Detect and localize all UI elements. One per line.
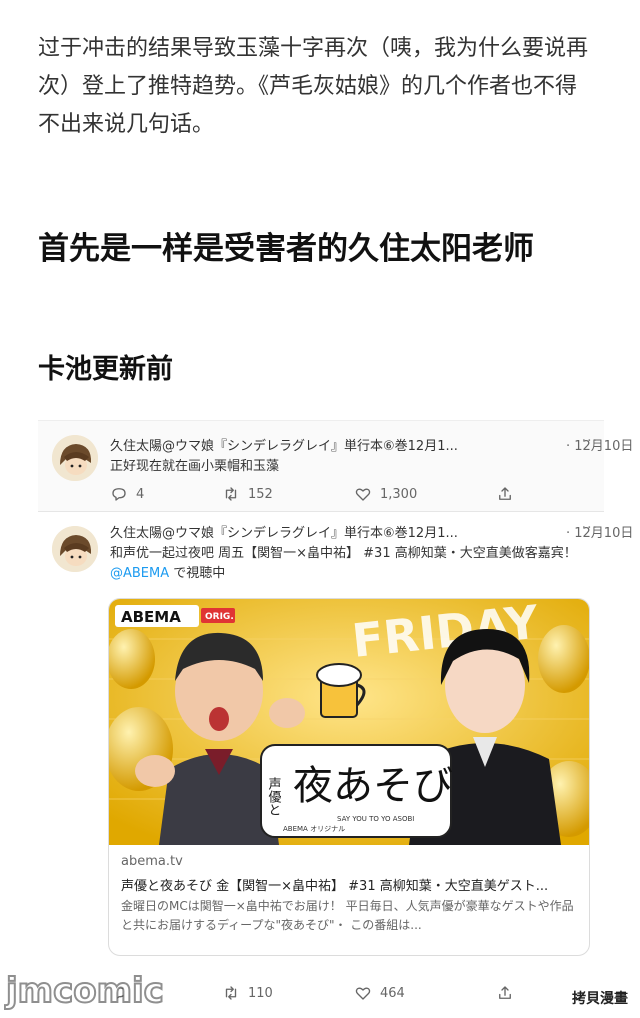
card-image[interactable]: FRIDAY ABEMA ORIG. 声優と 夜あそび SAY YOU TO Y… xyxy=(109,599,589,845)
share-button[interactable] xyxy=(496,984,514,1002)
retweet-icon xyxy=(225,487,237,501)
section-heading: 首先是一样是受害者的久住太阳老师 xyxy=(38,231,534,267)
avatar[interactable] xyxy=(52,526,98,572)
tweet-screenshot: 久住太陽@ウマ娘『シンデレラグレイ』単行本⑥巻12月1... · 12月10日 … xyxy=(38,420,633,1018)
retweet-icon xyxy=(225,986,237,1000)
share-button[interactable] xyxy=(496,485,514,503)
share-icon xyxy=(499,986,511,999)
card-description: 金曜日のMCは関智一×畠中祐でお届け！ 平日毎日、人気声優が豪華なゲストや作品と… xyxy=(121,899,574,932)
mention-link[interactable]: @ABEMA xyxy=(110,566,169,581)
like-count: 1,300 xyxy=(380,486,418,502)
like-button[interactable]: 1,300 xyxy=(354,485,417,503)
abema-logo: ABEMA xyxy=(121,608,181,626)
retweet-button[interactable]: 110 xyxy=(222,984,273,1002)
card-domain: abema.tv xyxy=(121,854,183,869)
like-button[interactable]: 464 xyxy=(354,984,405,1002)
tweet-header: 久住太陽@ウマ娘『シンデレラグレイ』単行本⑥巻12月1... · 12月10日 xyxy=(110,522,633,541)
show-subtitle: SAY YOU TO YO ASOBI xyxy=(337,815,414,823)
show-title-vertical: 声優と xyxy=(266,777,282,816)
tweet-date[interactable]: · 12月10日 xyxy=(566,435,633,454)
username[interactable]: 久住太陽@ウマ娘『シンデレラグレイ』単行本⑥巻12月1... xyxy=(110,435,458,454)
show-title: 夜あそび xyxy=(293,763,453,809)
retweet-button[interactable]: 152 xyxy=(222,485,273,503)
tweet[interactable]: 久住太陽@ウマ娘『シンデレラグレイ』単行本⑥巻12月1... · 12月10日 … xyxy=(38,512,633,1018)
tweet-text-main: 和声优一起过夜吧 周五【関智一×畠中祐】 #31 高柳知葉・大空直美做客嘉宾！ xyxy=(110,546,577,561)
username[interactable]: 久住太陽@ウマ娘『シンデレラグレイ』単行本⑥巻12月1... xyxy=(110,522,458,541)
tweet-text: 正好现在就在画小栗帽和玉藻 xyxy=(110,459,280,474)
watermark-site: 拷貝漫畫 xyxy=(570,988,630,1008)
heart-icon xyxy=(355,987,371,1000)
article-intro: 过于冲击的结果导致玉藻十字再次（咦，我为什么要说再次）登上了推特趋势。《芦毛灰姑… xyxy=(38,36,589,137)
tweet-header: 久住太陽@ウマ娘『シンデレラグレイ』単行本⑥巻12月1... · 12月10日 xyxy=(110,435,633,454)
reply-button[interactable]: 4 xyxy=(110,485,144,503)
more-options-icon[interactable]: ··· xyxy=(582,433,598,449)
tweet-text: 和声优一起过夜吧 周五【関智一×畠中祐】 #31 高柳知葉・大空直美做客嘉宾！ … xyxy=(110,544,590,584)
tweet-actions: 4 152 1,300 xyxy=(110,485,530,507)
more-options-icon[interactable]: ··· xyxy=(582,520,598,536)
tweet-text-tail: で視聴中 xyxy=(169,566,226,581)
like-count: 464 xyxy=(380,985,405,1001)
tweet-date[interactable]: · 12月10日 xyxy=(566,522,633,541)
card-title: 声優と夜あそび 金【関智一×畠中祐】 #31 高柳知葉・大空直美ゲスト... xyxy=(121,879,549,894)
avatar[interactable] xyxy=(52,435,98,481)
retweet-count: 152 xyxy=(248,486,273,502)
heart-icon xyxy=(355,488,371,501)
link-card[interactable]: FRIDAY ABEMA ORIG. 声優と 夜あそび SAY YOU TO Y… xyxy=(108,598,590,956)
watermark-logo: jmcomic xyxy=(3,968,200,1012)
reply-icon xyxy=(112,488,126,501)
tweet[interactable]: 久住太陽@ウマ娘『シンデレラグレイ』単行本⑥巻12月1... · 12月10日 … xyxy=(38,420,633,512)
orig-badge: ORIG. xyxy=(205,612,234,622)
reply-count: 4 xyxy=(136,486,145,502)
subsection-heading: 卡池更新前 xyxy=(38,354,173,385)
show-badge: ABEMA オリジナル xyxy=(283,825,345,833)
watermark-text: jmcomic xyxy=(4,971,164,1010)
retweet-count: 110 xyxy=(248,985,273,1001)
share-icon xyxy=(499,487,511,500)
